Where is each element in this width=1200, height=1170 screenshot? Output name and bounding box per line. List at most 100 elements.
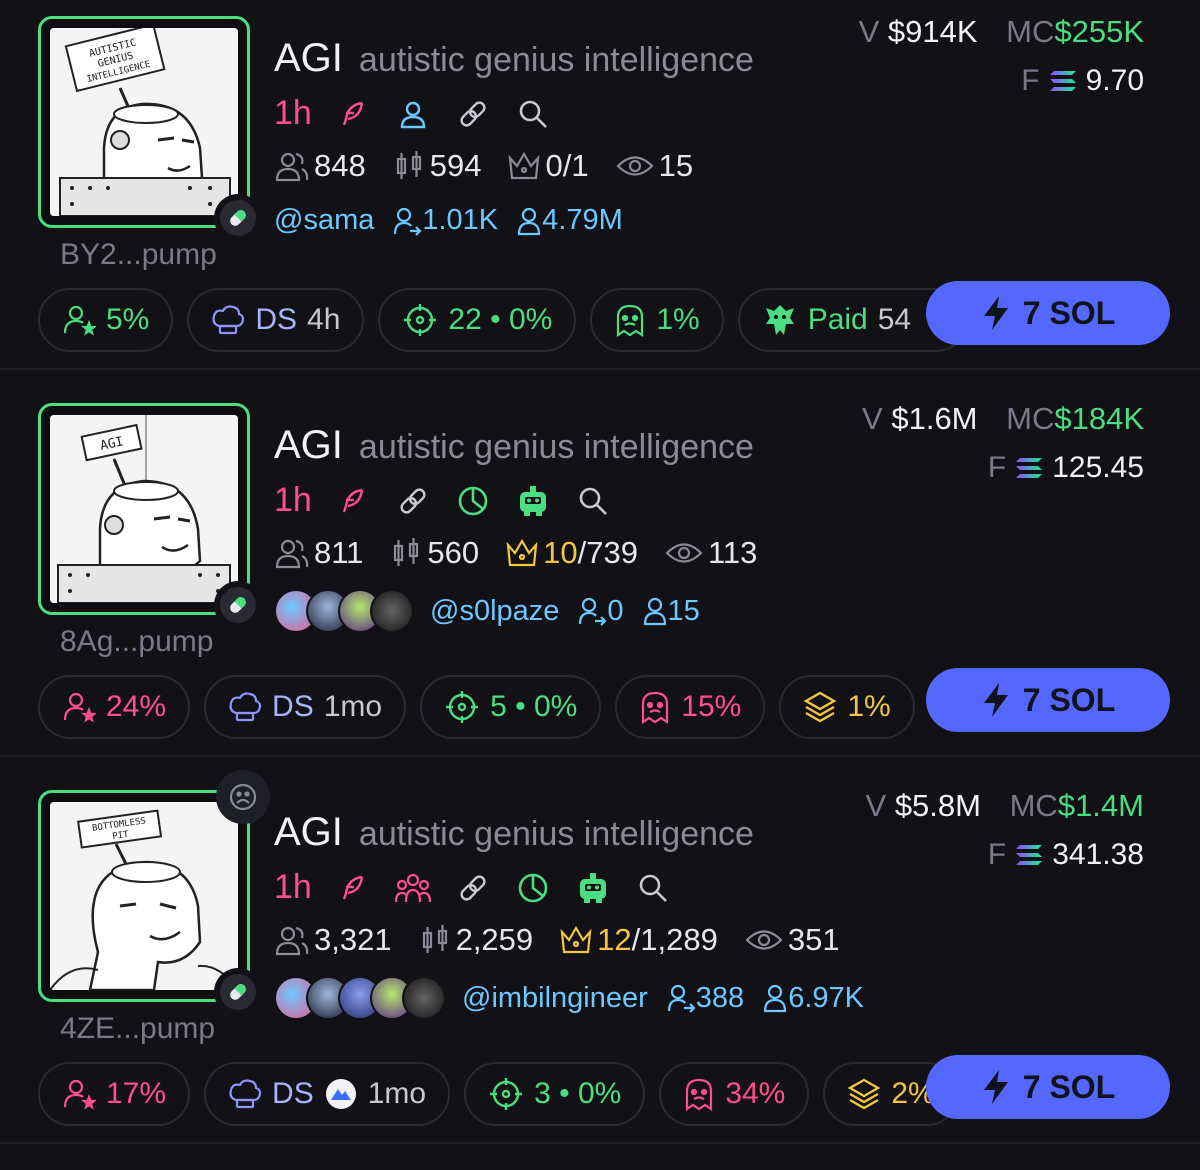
layers-icon [803, 691, 837, 723]
top-holders: 0/1 [507, 148, 589, 184]
community-icon[interactable] [394, 869, 432, 907]
chef-hat-icon [212, 305, 245, 335]
lightning-icon [983, 1070, 1008, 1104]
mc-value: $184K [1054, 401, 1144, 436]
twitter-handle[interactable]: @s0lpaze [430, 595, 559, 628]
volume-value: $914K [887, 14, 978, 49]
watchers-count: 113 [664, 535, 757, 571]
token-card[interactable]: AUTISTIC GENIUS INTELLIGENCE BY2...pump … [0, 0, 1200, 387]
crown-icon [509, 151, 540, 180]
contract-address[interactable]: 8Ag...pump [60, 625, 213, 659]
avatar[interactable] [370, 589, 414, 633]
search-icon[interactable] [634, 869, 672, 907]
holders-count: 811 [274, 535, 363, 571]
link-icon[interactable] [454, 95, 492, 133]
link-icon[interactable] [394, 482, 432, 520]
fee-label: F [1021, 64, 1040, 97]
dev-user-icon[interactable] [394, 95, 432, 133]
solana-icon [1016, 845, 1043, 865]
chip-top10-holders[interactable]: 5% [38, 288, 174, 352]
token-name: autistic genius intelligence [358, 815, 754, 853]
volume-value: $1.6M [891, 401, 978, 436]
robot-icon[interactable] [514, 482, 552, 520]
user-star-icon [63, 305, 96, 336]
feather-icon[interactable] [334, 869, 372, 907]
fee-label: F [987, 451, 1007, 484]
mc-value: $1.4M [1057, 788, 1144, 823]
token-age: 1h [274, 481, 312, 519]
token-image[interactable]: AUTISTIC GENIUS INTELLIGENCE [38, 16, 250, 228]
chip-top10-holders[interactable]: 24% [38, 675, 191, 739]
robot-icon[interactable] [574, 869, 612, 907]
chip-insiders[interactable]: 34% [659, 1062, 810, 1126]
mc-value: $255K [1054, 14, 1144, 49]
lightning-icon [983, 296, 1008, 330]
link-icon[interactable] [454, 869, 492, 907]
search-icon[interactable] [574, 482, 612, 520]
chip-snipers[interactable]: 22 • 0% [378, 288, 577, 352]
eye-icon [665, 543, 703, 563]
trades-count: 2,259 [418, 922, 533, 958]
token-ticker: AGI [274, 423, 343, 467]
pump-pill-icon [214, 194, 262, 242]
token-name: autistic genius intelligence [358, 41, 754, 79]
chef-hat-icon [229, 1079, 262, 1109]
kol-avatars[interactable] [274, 976, 446, 1020]
ghost-icon [617, 304, 644, 337]
follower-icon [518, 207, 541, 235]
chip-top10-holders[interactable]: 17% [38, 1062, 191, 1126]
quick-buy-button[interactable]: 7 SOL [926, 1055, 1170, 1119]
chip-snipers[interactable]: 3 • 0% [464, 1062, 646, 1126]
quick-buy-button[interactable]: 7 SOL [926, 668, 1170, 732]
pie-chart-icon[interactable] [514, 869, 552, 907]
feather-icon[interactable] [334, 95, 372, 133]
volume-value: $5.8M [894, 788, 981, 823]
fee-value: 9.70 [1085, 64, 1144, 97]
follower-icon [643, 597, 666, 626]
chip-snipers[interactable]: 5 • 0% [420, 675, 602, 739]
solana-icon [1016, 458, 1043, 478]
trades-count: 560 [389, 535, 479, 571]
token-card[interactable]: AGI 8Ag...pump AGI autistic genius intell… [0, 387, 1200, 774]
twitter-handle[interactable]: @sama [274, 204, 374, 237]
chip-insiders[interactable]: 15% [615, 675, 766, 739]
fee-value: 125.45 [1052, 451, 1144, 484]
contract-address[interactable]: 4ZE...pump [60, 1012, 215, 1046]
quick-buy-button[interactable]: 7 SOL [926, 281, 1170, 345]
search-icon[interactable] [514, 95, 552, 133]
chip-dev-status[interactable]: DS 1mo [204, 1062, 451, 1126]
pump-pill-icon [214, 968, 262, 1016]
chip-dev-status[interactable]: DS 1mo [204, 675, 407, 739]
kol-avatars[interactable] [274, 589, 414, 633]
meme-image: AGI [50, 415, 238, 603]
followers-count: 15 [642, 595, 700, 628]
crown-icon [506, 538, 538, 567]
token-age: 1h [274, 94, 312, 132]
token-age: 1h [274, 868, 312, 906]
chip-dev-status[interactable]: DS 4h [187, 288, 365, 352]
holders-count: 848 [274, 148, 366, 184]
twitter-handle[interactable]: @imbilngineer [462, 982, 648, 1015]
trades-count: 594 [392, 148, 481, 184]
watchers-count: 351 [744, 922, 840, 958]
contract-address[interactable]: BY2...pump [60, 238, 217, 272]
token-name: autistic genius intelligence [358, 428, 754, 466]
chip-bundles[interactable]: 1% [779, 675, 915, 739]
crosshair-icon [490, 1078, 523, 1110]
layers-icon [847, 1078, 881, 1110]
users-icon [275, 152, 309, 182]
mc-label: MC [1006, 401, 1055, 436]
avatar[interactable] [402, 976, 446, 1020]
feather-icon[interactable] [334, 482, 372, 520]
solana-icon [1049, 71, 1076, 91]
mc-label: MC [1009, 788, 1058, 823]
mc-label: MC [1006, 14, 1055, 49]
meme-image: BOTTOMLESS PIT [50, 802, 238, 990]
chip-insiders[interactable]: 1% [590, 288, 724, 352]
token-card[interactable]: BOTTOMLESS PIT 4ZE...pump AGI autistic ge… [0, 770, 1200, 1161]
token-image[interactable]: BOTTOMLESS PIT [38, 790, 250, 1002]
pump-pill-icon [214, 581, 262, 629]
pie-chart-icon[interactable] [454, 482, 492, 520]
token-image[interactable]: AGI [38, 403, 250, 615]
crown-icon [560, 925, 592, 954]
